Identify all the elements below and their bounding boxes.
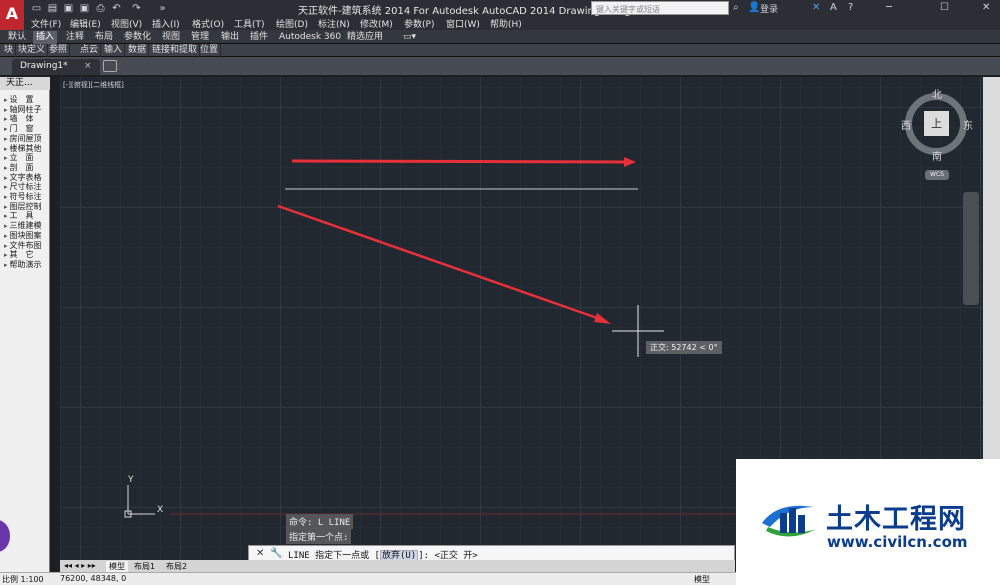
watermark-site-name: 土木工程网 — [826, 504, 966, 535]
coordinate-readout: 76200, 48348, 0 — [60, 574, 127, 583]
layout-nav-arrows-icon[interactable]: ◂◂ ◂ ▸ ▸▸ — [64, 561, 96, 570]
command-history-line: 命令: L LINE — [286, 514, 354, 529]
layout-tab-bar — [60, 560, 735, 572]
compass-south[interactable]: 南 — [932, 148, 942, 163]
layout-tab-2[interactable]: 布局2 — [166, 561, 187, 572]
layout-tab-1[interactable]: 布局1 — [134, 561, 155, 572]
layout-tab-model[interactable]: 模型 — [106, 561, 128, 572]
model-space-toggle[interactable]: 模型 — [694, 574, 710, 585]
ortho-tooltip: 正交: 52742 < 0° — [646, 341, 722, 354]
wcs-menu[interactable]: WCS — [925, 170, 949, 180]
compass-east[interactable]: 东 — [963, 117, 973, 132]
red-arrowhead-diagonal — [594, 313, 611, 324]
command-history-line: 指定第一个点: — [286, 529, 352, 544]
viewcube-top-face[interactable]: 上 — [924, 111, 949, 136]
watermark-logo — [762, 505, 816, 537]
watermark-url: www.civilcn.com — [827, 533, 968, 551]
close-icon[interactable]: ✕ — [256, 548, 264, 559]
palette-title[interactable]: 天正... — [0, 77, 50, 90]
ucs-y-label: Y — [128, 475, 134, 485]
red-arrow-diagonal — [277, 204, 601, 321]
ucs-x-label: X — [157, 505, 164, 515]
red-arrow-horizontal — [291, 159, 626, 164]
compass-west[interactable]: 西 — [901, 117, 911, 132]
compass-north[interactable]: 北 — [932, 86, 942, 101]
scale-selector[interactable]: 比例 1:100 — [2, 574, 44, 585]
red-arrowhead-horizontal — [624, 157, 636, 167]
palette-item-help-demo[interactable]: ▸ 帮助演示 — [4, 260, 42, 271]
wrench-icon[interactable]: 🔧 — [270, 548, 282, 559]
